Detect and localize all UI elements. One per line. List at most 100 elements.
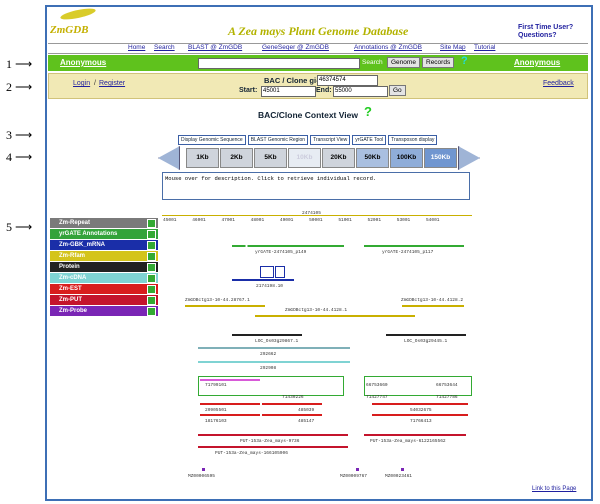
- tab-yrgate-tool[interactable]: yrGATE Tool: [352, 135, 387, 145]
- link-to-page[interactable]: Link to this Page: [532, 486, 576, 492]
- login-separator: /: [94, 80, 96, 87]
- est-label-8: 485039: [298, 408, 315, 413]
- tab-transcript-view[interactable]: Transcript View: [310, 135, 351, 145]
- zoom-10kb-current[interactable]: 10Kb: [288, 148, 321, 168]
- put-1[interactable]: [198, 434, 348, 436]
- contig-bar-3[interactable]: [402, 305, 464, 307]
- nav-annotations[interactable]: Annotations @ ZmGDB: [354, 44, 422, 51]
- track-zm-put[interactable]: Zm-PUT: [50, 295, 158, 305]
- callout-1: 1 ⟶: [6, 57, 33, 71]
- probe-3[interactable]: [401, 468, 404, 471]
- protein-label-2: LOC_Os03g29445.1: [404, 339, 448, 344]
- track-zm-cdna[interactable]: Zm-cDNA: [50, 273, 158, 283]
- probe-1[interactable]: [202, 468, 205, 471]
- put-3[interactable]: [364, 434, 466, 436]
- login-link[interactable]: Login: [73, 80, 90, 87]
- contig-bar-1[interactable]: [185, 305, 265, 307]
- track-checkbox[interactable]: [147, 274, 156, 283]
- est-12[interactable]: [372, 414, 468, 416]
- track-checkbox[interactable]: [147, 252, 156, 261]
- bac-label: BAC / Clone gi-: [264, 76, 319, 85]
- track-checkbox[interactable]: [147, 296, 156, 305]
- est-8[interactable]: [262, 403, 322, 405]
- contig-label-3: ZmGDBctg13-10-44.4128.2: [401, 298, 464, 303]
- track-zm-est[interactable]: Zm-EST: [50, 284, 158, 294]
- nav-blast[interactable]: BLAST @ ZmGDB: [188, 44, 242, 51]
- mrna-gene[interactable]: [232, 279, 294, 281]
- yrgate-gene-1[interactable]: [232, 245, 344, 247]
- yrgate-label-2: yrGATE-2474105_p117: [382, 250, 434, 255]
- est-label-9: 54032675: [410, 408, 432, 413]
- gi-input[interactable]: 46374574: [317, 75, 378, 86]
- zoom-1kb[interactable]: 1Kb: [186, 148, 219, 168]
- track-checkbox[interactable]: [147, 230, 156, 239]
- user-link-left[interactable]: Anonymous: [60, 58, 106, 67]
- zmgdb-logo[interactable]: ZmGDB: [50, 6, 104, 38]
- zoom-5kb[interactable]: 5Kb: [254, 148, 287, 168]
- start-input[interactable]: 45001: [261, 86, 316, 97]
- nav-search[interactable]: Search: [154, 44, 175, 51]
- probe-label-3: MZ00023461: [385, 474, 413, 479]
- view-tabs: Display Genomic Sequence BLAST Genomic Re…: [178, 128, 478, 146]
- track-checkbox[interactable]: [147, 219, 156, 228]
- tab-blast-genomic-region[interactable]: BLAST Genomic Region: [247, 135, 309, 145]
- track-checkbox[interactable]: [147, 241, 156, 250]
- track-zm-rfam[interactable]: Zm-Rfam: [50, 251, 158, 261]
- search-input[interactable]: [198, 58, 360, 69]
- zoom-100kb[interactable]: 100Kb: [390, 148, 423, 168]
- nav-geneseqer[interactable]: GeneSeqer @ ZmGDB: [262, 44, 329, 51]
- track-protein[interactable]: Protein: [50, 262, 158, 272]
- nav-sitemap[interactable]: Site Map: [440, 44, 466, 51]
- zoom-50kb[interactable]: 50Kb: [356, 148, 389, 168]
- tab-display-genomic-sequence[interactable]: Display Genomic Sequence: [178, 135, 246, 145]
- tab-transposon-display[interactable]: Transposon display: [388, 135, 438, 145]
- track-zm-repeat[interactable]: Zm-Repeat: [50, 218, 158, 228]
- est-11[interactable]: [262, 414, 322, 416]
- feedback-link[interactable]: Feedback: [543, 80, 574, 87]
- est-10[interactable]: [200, 414, 260, 416]
- nav-tutorial[interactable]: Tutorial: [474, 44, 495, 51]
- mrna-label: 2174198.10: [256, 284, 284, 289]
- zoom-2kb[interactable]: 2Kb: [220, 148, 253, 168]
- protein-2[interactable]: [386, 334, 466, 336]
- track-checkbox[interactable]: [147, 307, 156, 316]
- track-zm-probe[interactable]: Zm-Probe: [50, 306, 158, 316]
- view-title: BAC/Clone Context View: [258, 110, 358, 120]
- est-7[interactable]: [200, 403, 260, 405]
- zoom-150kb[interactable]: 150Kb: [424, 148, 457, 168]
- track-yrgate[interactable]: yrGATE Annotations: [50, 229, 158, 239]
- genome-button[interactable]: Genome: [387, 57, 420, 68]
- est-1[interactable]: [200, 379, 260, 381]
- track-zm-gbk-mrna[interactable]: Zm-GBK_mRNA: [50, 240, 158, 250]
- bac-bar: Login / Register BAC / Clone gi- 4637457…: [48, 73, 588, 99]
- user-link-right[interactable]: Anonymous: [514, 58, 560, 67]
- est-9[interactable]: [372, 403, 468, 405]
- zoom-20kb[interactable]: 20Kb: [322, 148, 355, 168]
- end-input[interactable]: 55000: [333, 86, 388, 97]
- records-button[interactable]: Records: [422, 57, 455, 68]
- probe-2[interactable]: [356, 468, 359, 471]
- yrgate-gene-2[interactable]: [364, 245, 464, 247]
- est-label-4: 66753644: [436, 383, 458, 388]
- callout-5: 5 ⟶: [6, 220, 33, 234]
- contig-bar-2[interactable]: [255, 315, 415, 317]
- probe-label-2: MZ00009767: [340, 474, 368, 479]
- go-button[interactable]: Go: [389, 85, 406, 96]
- cdna-1[interactable]: [198, 347, 350, 349]
- page-title: A Zea mays Plant Genome Database: [228, 24, 409, 38]
- put-2[interactable]: [198, 446, 348, 448]
- est-label-1: 71799101: [205, 383, 227, 388]
- est-label-10: 18176103: [205, 419, 227, 424]
- protein-1[interactable]: [232, 334, 302, 336]
- cdna-2[interactable]: [198, 361, 350, 363]
- track-checkbox[interactable]: [147, 285, 156, 294]
- nav-home[interactable]: Home: [128, 44, 145, 51]
- first-time-user-link[interactable]: First Time User? Questions?: [518, 24, 586, 40]
- track-checkbox[interactable]: [147, 263, 156, 272]
- help-icon[interactable]: ?: [461, 55, 468, 67]
- est-label-7: 20905501: [205, 408, 227, 413]
- mrna-box-2[interactable]: [275, 266, 285, 278]
- register-link[interactable]: Register: [99, 80, 125, 87]
- mrna-box-1[interactable]: [260, 266, 274, 278]
- help-icon-context[interactable]: ?: [364, 104, 372, 119]
